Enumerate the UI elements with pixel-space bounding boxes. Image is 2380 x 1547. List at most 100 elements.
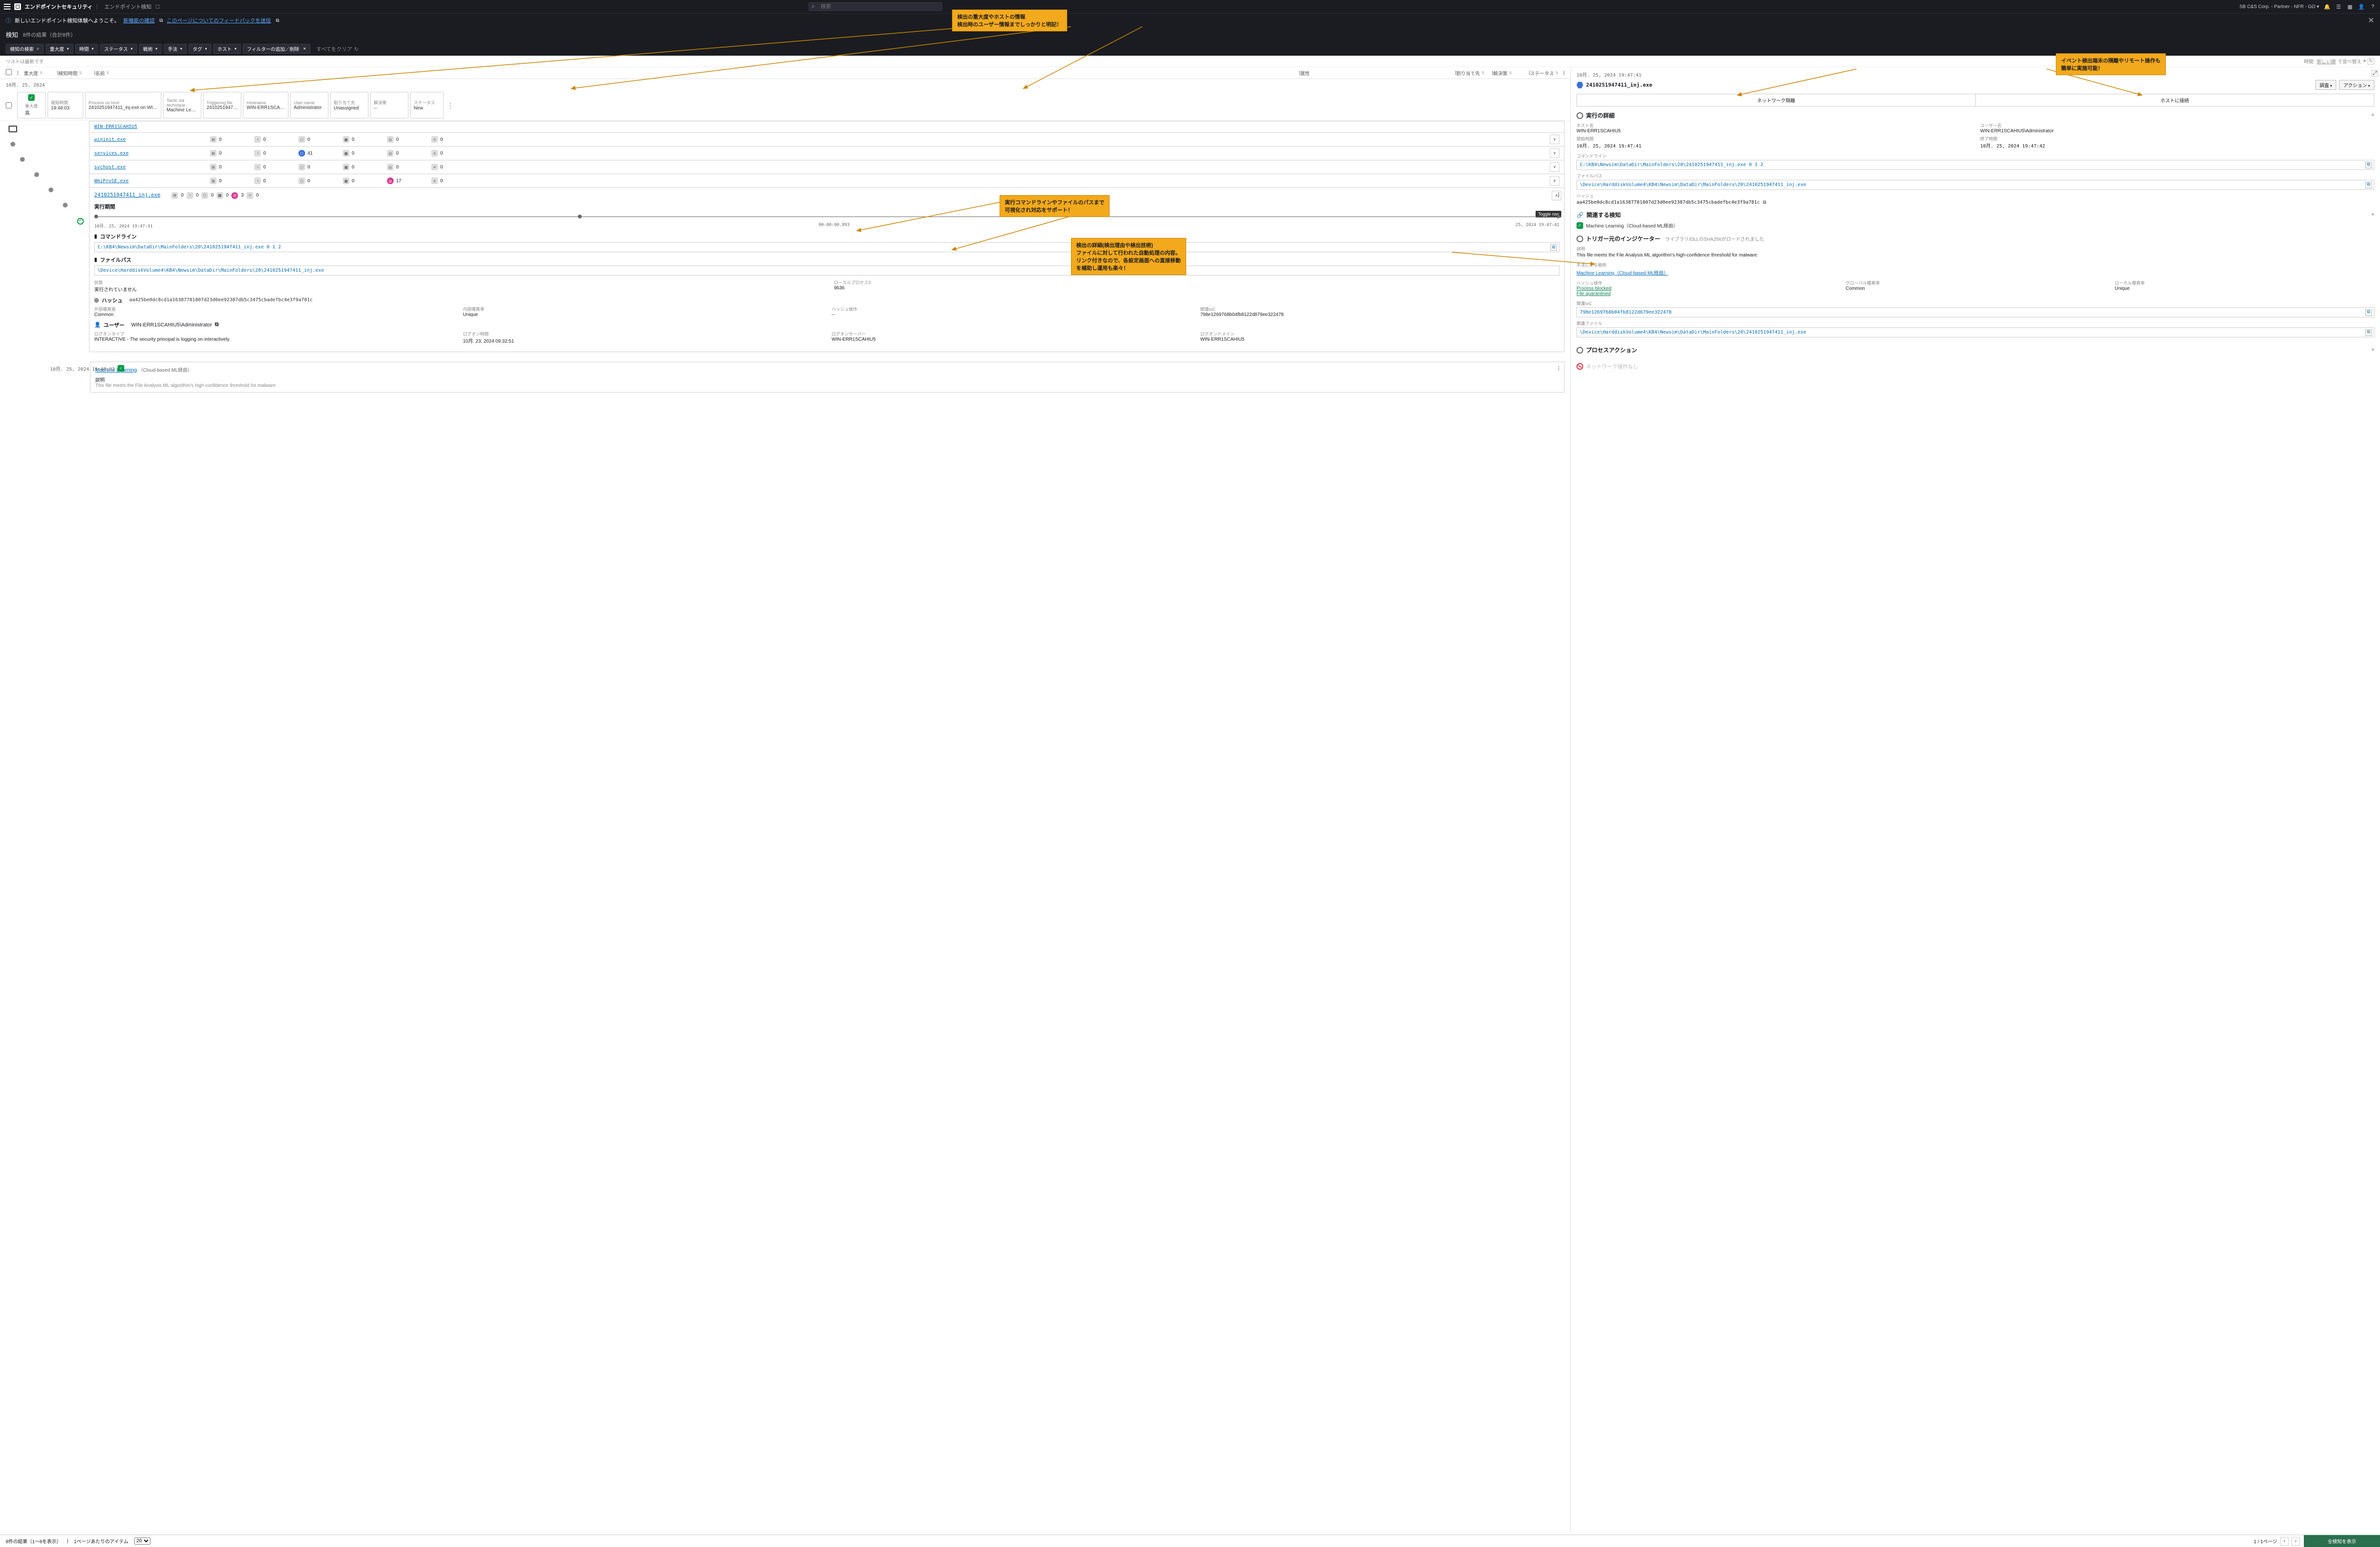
- technique-link[interactable]: Machine Learning（Cloud-based ML経由）: [1577, 269, 2374, 276]
- process-row[interactable]: svchost.exe⊞0◔0⬡0▦0◎0≡0˅: [89, 160, 1565, 174]
- filter-pill[interactable]: フィルターの追加／削除: [243, 44, 311, 54]
- tree-node-icon[interactable]: [63, 203, 68, 207]
- filter-pill[interactable]: 重大度: [46, 44, 73, 54]
- process-row[interactable]: WmiPrvSE.exe⊞0◔0⬡0▦0◎17≡0˅: [89, 174, 1565, 188]
- process-action-section[interactable]: プロセスアクション˅: [1577, 343, 2374, 357]
- stat-icon: ▦: [217, 192, 223, 199]
- banner-link-features[interactable]: 新機能の確認: [123, 17, 155, 24]
- investigate-button[interactable]: 調査: [2315, 80, 2336, 90]
- process-row[interactable]: wininit.exe⊞0◔0⬡0▦0◎0≡0˅: [89, 132, 1565, 147]
- host-node-icon: [9, 126, 17, 132]
- process-link[interactable]: wininit.exe: [94, 137, 206, 142]
- copy-icon[interactable]: ⧉: [2365, 162, 2372, 168]
- stat-icon: ≡: [431, 150, 438, 157]
- bell-icon[interactable]: 🔔: [2324, 3, 2330, 10]
- stat-icon: ◔: [254, 136, 261, 143]
- host-card: HostnameWIN-ERR1SCAHIU5: [243, 92, 288, 118]
- tree-node-icon[interactable]: [34, 172, 39, 177]
- panel-timestamp: 10月. 25, 2024 19:47:41: [1577, 71, 2374, 78]
- clear-filters-button[interactable]: すべてをクリア: [316, 45, 358, 53]
- tab-isolate[interactable]: ネットワーク隔離: [1577, 94, 1976, 106]
- menu-icon[interactable]: [4, 4, 10, 10]
- refresh-icon[interactable]: ↻: [2368, 58, 2374, 65]
- tree-node-icon[interactable]: [10, 142, 15, 147]
- filter-pill[interactable]: タグ: [188, 44, 211, 54]
- tree-node-icon[interactable]: [49, 187, 53, 192]
- stat-icon: ⊞: [210, 177, 217, 184]
- tab-connect[interactable]: ホストに接続: [1976, 94, 2374, 106]
- action-button[interactable]: アクション: [2339, 80, 2374, 90]
- tactic-card: Tactic via techniqueMachine Learning...: [163, 92, 201, 118]
- process-blocked-link[interactable]: Process blocked: [1577, 286, 1836, 291]
- process-row[interactable]: services.exe⊞0◔0⬡41▦0◎0≡0˅: [89, 146, 1565, 160]
- ml-menu-icon[interactable]: ⋮: [1556, 365, 1561, 371]
- selected-process-link[interactable]: 2410251947411_inj.exe: [94, 192, 160, 198]
- process-link[interactable]: svchost.exe: [94, 165, 206, 170]
- stat-icon: ◎: [387, 177, 394, 184]
- filter-pill[interactable]: ホスト: [213, 44, 241, 54]
- help-icon[interactable]: ?: [2370, 3, 2376, 10]
- stat-icon: ⬡: [201, 192, 208, 199]
- sort-control[interactable]: 時間: 新しい順 で並べ替え ▾ ↻: [2304, 58, 2374, 65]
- col-name[interactable]: 名前⇅: [95, 69, 1299, 77]
- tenant-selector[interactable]: SB C&S Corp. - Partner - NFR - GO ▾: [2240, 4, 2319, 10]
- filter-pill[interactable]: 戦術: [139, 44, 162, 54]
- stat-icon: ⊞: [210, 136, 217, 143]
- tree-node-selected-icon[interactable]: [77, 218, 84, 225]
- expand-row-button[interactable]: ˅: [1550, 135, 1559, 144]
- process-link[interactable]: services.exe: [94, 151, 206, 156]
- grid-icon[interactable]: ▦: [2347, 3, 2353, 10]
- expand-row-button[interactable]: ˅: [1550, 162, 1559, 172]
- stat-icon: ◎: [387, 164, 394, 170]
- expand-row-button[interactable]: ˅: [1550, 176, 1559, 186]
- copy-icon[interactable]: ⧉: [1550, 244, 1557, 251]
- stat-icon: ◔: [187, 192, 193, 199]
- bookmark-icon[interactable]: ☐: [155, 4, 160, 10]
- result-header: 検知 8件の結果（合計8件）: [0, 27, 2380, 42]
- expand-row-button[interactable]: ˅: [1550, 148, 1559, 158]
- filter-pill[interactable]: 時間: [75, 44, 98, 54]
- show-all-button[interactable]: 全検知を表示: [2304, 1535, 2380, 1547]
- detection-row[interactable]: ✓重大度高 検知時間19:48:03 Process on host241025…: [0, 90, 1570, 121]
- process-link[interactable]: WmiPrvSE.exe: [94, 178, 206, 184]
- select-all-checkbox[interactable]: [6, 69, 12, 75]
- process-expanded: 2410251947411_inj.exe ⊞0 ◔0 ⬡0 ▦0 ◎3 ≡0 …: [89, 187, 1565, 352]
- col-resolution[interactable]: 解決策⇅: [1493, 69, 1529, 77]
- row-checkbox[interactable]: [6, 102, 12, 108]
- no-network-icon: [1577, 363, 1583, 370]
- col-assigned[interactable]: 割り当て先⇅: [1456, 69, 1492, 77]
- check-icon: ✓: [1577, 222, 1583, 229]
- expand-panel-icon[interactable]: ⤢: [2371, 70, 2378, 77]
- hash-menu-icon[interactable]: ⋮: [1556, 192, 1561, 198]
- filter-pill[interactable]: ステータス: [100, 44, 137, 54]
- filter-pill[interactable]: 検知の検索: [6, 44, 44, 54]
- tree-host-link[interactable]: WIN-ERR1SCAHIU5: [89, 121, 1565, 133]
- layers-icon[interactable]: ☰: [2335, 3, 2342, 10]
- info-banner: ⓘ 新しいエンドポイント検知体験へようこそ。 新機能の確認⧉ このページについて…: [0, 13, 2380, 27]
- file-quarantined-link[interactable]: File quarantined: [1577, 291, 1836, 296]
- col-severity[interactable]: 重大度⇅: [24, 69, 57, 77]
- copy-icon[interactable]: ⧉: [1763, 200, 1766, 205]
- tree-node-icon[interactable]: [20, 157, 25, 162]
- banner-close-icon[interactable]: ✕: [2368, 16, 2374, 25]
- per-page-select[interactable]: 20: [134, 1537, 150, 1545]
- copy-icon[interactable]: ⧉: [2365, 329, 2372, 336]
- stat-icon: ≡: [247, 192, 253, 199]
- row-menu-icon[interactable]: ⋮: [446, 92, 455, 118]
- stat-icon: ⊞: [210, 164, 217, 170]
- global-search-input[interactable]: [809, 2, 942, 11]
- terminal-icon: ▮: [94, 233, 97, 239]
- results-summary: 8件の結果（1～8を表示）: [6, 1537, 61, 1545]
- user-icon[interactable]: 👤: [2358, 3, 2365, 10]
- status-bar: リストは最新です 時間: 新しい順 で並べ替え ▾ ↻: [0, 56, 2380, 67]
- col-time[interactable]: 検知時間⇅: [59, 69, 94, 77]
- banner-link-feedback[interactable]: このページについてのフィードバックを送信: [167, 17, 271, 24]
- prev-page-button[interactable]: ‹: [2280, 1537, 2289, 1546]
- app-icon: [14, 3, 21, 10]
- copy-icon[interactable]: ⧉: [2365, 182, 2372, 188]
- filter-pill[interactable]: 手法: [164, 44, 187, 54]
- next-page-button[interactable]: ›: [2291, 1537, 2300, 1546]
- copy-icon[interactable]: ⧉: [215, 322, 218, 328]
- copy-icon[interactable]: ⧉: [2365, 309, 2372, 316]
- col-status[interactable]: ステータス⇅: [1530, 69, 1563, 77]
